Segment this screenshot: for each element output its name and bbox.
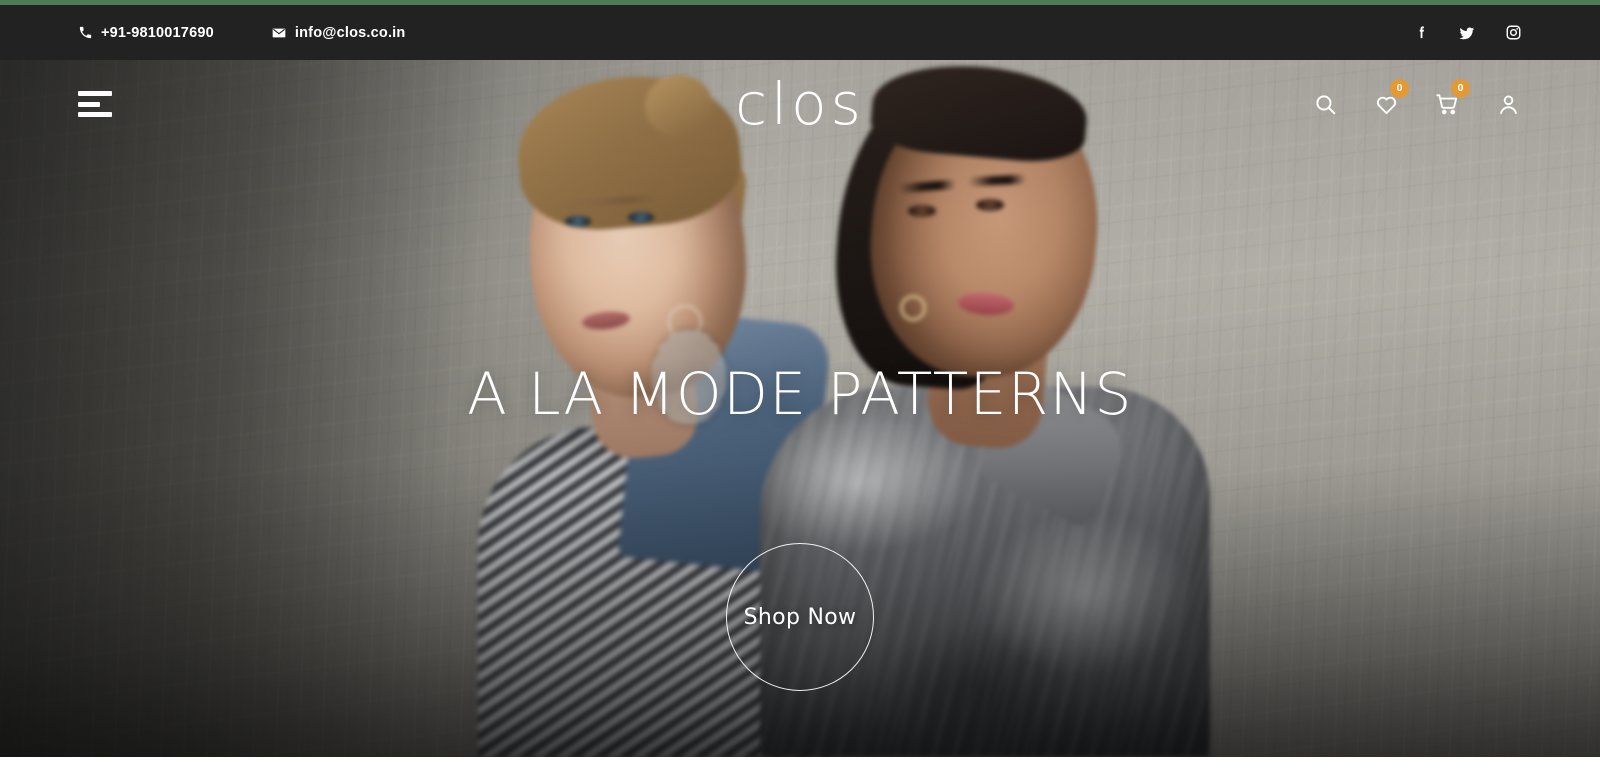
- social-links-group: [1412, 24, 1522, 42]
- hero-headline: A LA MODE PATTERNS: [467, 360, 1133, 428]
- wishlist-count-badge: 0: [1390, 79, 1409, 98]
- phone-number-text: +91-9810017690: [101, 24, 214, 41]
- instagram-icon[interactable]: [1504, 24, 1522, 42]
- phone-link[interactable]: +91-9810017690: [78, 25, 214, 41]
- hamburger-line-bottom: [78, 112, 112, 117]
- wishlist-button[interactable]: 0: [1372, 79, 1409, 118]
- top-contact-bar: +91-9810017690 info@clos.co.in: [0, 5, 1600, 60]
- user-account-icon[interactable]: [1494, 90, 1522, 118]
- mail-icon: [271, 25, 287, 41]
- hero-content: A LA MODE PATTERNS Shop Now: [0, 60, 1600, 757]
- email-link[interactable]: info@clos.co.in: [271, 25, 406, 41]
- page-body-below-hero: [0, 757, 1600, 772]
- cart-button[interactable]: 0: [1433, 79, 1470, 118]
- hamburger-line-middle: [78, 101, 100, 107]
- hero-banner: clos 0 0 A LA MODE PATTERNS Shop Now: [0, 60, 1600, 757]
- site-logo[interactable]: clos: [735, 75, 865, 133]
- search-icon[interactable]: [1311, 90, 1339, 118]
- hamburger-menu-icon[interactable]: [78, 91, 112, 117]
- cart-count-badge: 0: [1451, 79, 1470, 98]
- site-header: clos 0 0: [0, 60, 1600, 148]
- header-actions-group: 0 0: [1311, 79, 1522, 118]
- hamburger-line-top: [78, 91, 112, 96]
- email-address-text: info@clos.co.in: [294, 24, 406, 41]
- contact-info-group: +91-9810017690 info@clos.co.in: [78, 25, 405, 41]
- facebook-icon[interactable]: [1412, 24, 1430, 42]
- phone-icon: [78, 25, 93, 40]
- twitter-icon[interactable]: [1458, 24, 1476, 42]
- top-accent-strip: [0, 0, 1600, 5]
- shop-now-button[interactable]: Shop Now: [726, 543, 874, 691]
